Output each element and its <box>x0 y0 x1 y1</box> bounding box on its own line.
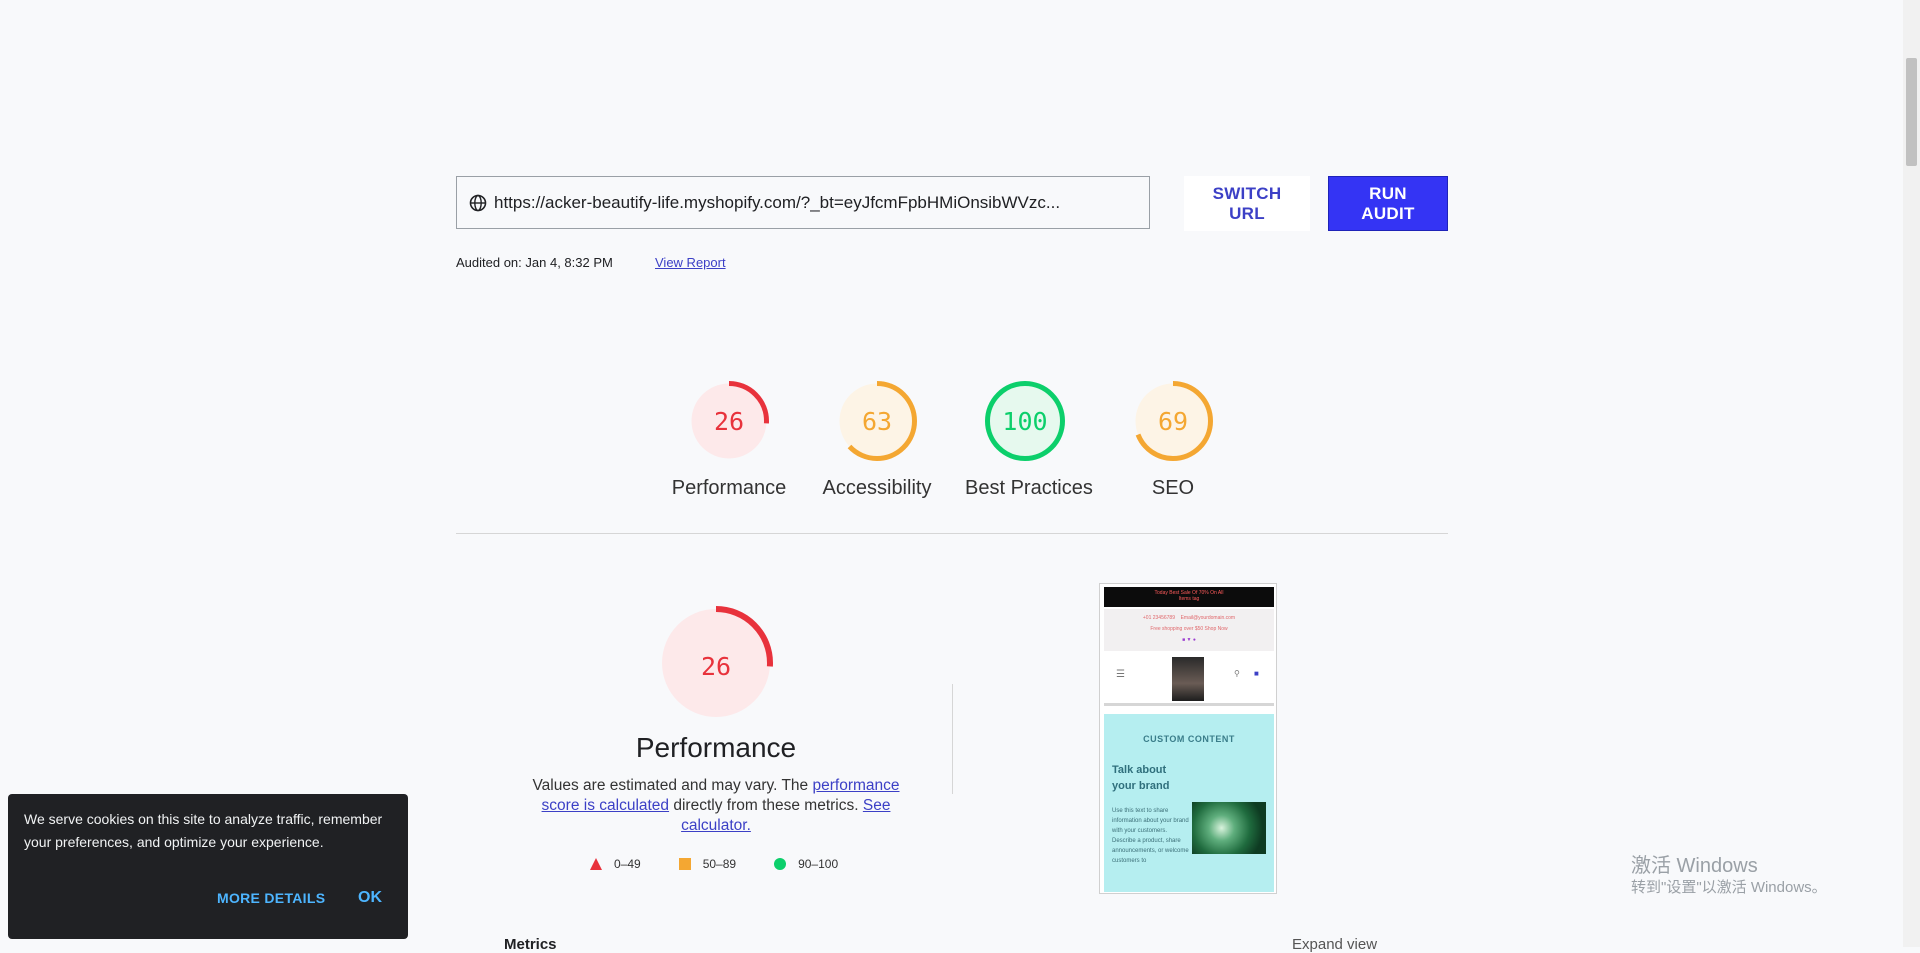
run-audit-label-2: AUDIT <box>1361 203 1415 223</box>
url-text: https://acker-beautify-life.myshopify.co… <box>494 192 1061 212</box>
legend-range-fail: 0–49 <box>614 857 641 871</box>
model-photo <box>1172 657 1204 701</box>
custom-content-section: CUSTOM CONTENT Talk about your brand Use … <box>1104 714 1274 892</box>
gauge-chart: 69 <box>1133 381 1213 461</box>
shipping-text: Free shopping over $50 Shop Now <box>1150 626 1228 632</box>
run-audit-button[interactable]: RUN AUDIT <box>1328 176 1448 231</box>
desc-text-2: directly from these metrics. <box>669 797 863 814</box>
gauge-seo[interactable]: 69 SEO <box>1113 380 1233 500</box>
gauge-score: 63 <box>862 407 892 436</box>
brand-heading-2: your brand <box>1112 780 1170 792</box>
gauge-label: Accessibility <box>822 477 932 499</box>
abstract-image <box>1192 802 1266 854</box>
gauge-accessibility[interactable]: 63 Accessibility <box>817 380 937 500</box>
gauge-label: SEO <box>1151 477 1195 499</box>
scrollbar-thumb[interactable] <box>1906 58 1917 166</box>
gauge-score: 26 <box>714 407 744 436</box>
gauge-performance[interactable]: 26 Performance <box>669 380 789 500</box>
menu-icon: ☰ <box>1116 669 1125 680</box>
legend-range-average: 50–89 <box>702 857 737 871</box>
contact-bar: +01 23456789 Email@yourdomain.com Free s… <box>1104 609 1274 651</box>
square-icon <box>678 858 691 870</box>
search-icon: ⚲ <box>1234 669 1240 678</box>
gauge-score: 69 <box>1158 407 1188 436</box>
email-address: Email@yourdomain.com <box>1180 615 1236 621</box>
gauge-label: Best Practices <box>965 477 1093 499</box>
circle-icon <box>774 858 787 870</box>
performance-title: Performance <box>635 732 797 763</box>
nav-bar: ☰ ⚲ ■ <box>1104 653 1274 706</box>
cookie-text: We serve cookies on this site to analyze… <box>24 811 383 850</box>
windows-activation-subtitle: 转到"设置"以激活 Windows。 <box>1631 879 1827 896</box>
metrics-heading: Metrics <box>504 936 557 953</box>
performance-big-gauge: 26 <box>658 605 774 726</box>
brand-heading-1: Talk about <box>1112 764 1167 776</box>
cookie-banner: We serve cookies on this site to analyze… <box>8 794 408 939</box>
performance-description: Values are estimated and may vary. The p… <box>515 776 917 836</box>
switch-url-button[interactable]: SWITCH URL <box>1184 176 1310 231</box>
phone-number: +01 23456789 <box>1142 615 1175 621</box>
triangle-icon <box>590 858 602 870</box>
expand-view-link[interactable]: Expand view <box>1292 936 1377 953</box>
page-screenshot-thumbnail: Today Best Sale Of 70% On All Items tag +… <box>1099 583 1277 894</box>
brand-paragraph: Use this text to share information about… <box>1112 808 1189 864</box>
legend-range-pass: 90–100 <box>798 857 839 871</box>
gauge-chart: 26 <box>689 381 769 461</box>
brand-heading: Talk about your brand <box>1112 762 1169 794</box>
audited-on-text: Audited on: Jan 4, 8:32 PM <box>456 255 613 270</box>
url-input[interactable]: https://acker-beautify-life.myshopify.co… <box>456 176 1150 229</box>
score-legend: 0–49 50–89 90–100 <box>590 857 838 871</box>
custom-content-title: CUSTOM CONTENT <box>1143 734 1235 744</box>
promo-bar: Today Best Sale Of 70% On All Items tag <box>1104 587 1274 607</box>
globe-icon <box>469 194 487 212</box>
vertical-divider <box>952 684 953 794</box>
ok-button[interactable]: OK <box>358 889 382 907</box>
cart-icon: ■ <box>1254 669 1259 678</box>
gauge-chart: 63 <box>837 381 917 461</box>
legend-average: 50–89 <box>678 857 737 871</box>
promo-text-2: Items tag <box>1178 596 1200 602</box>
divider <box>456 533 1448 534</box>
gauge-label: Performance <box>671 477 787 499</box>
more-details-button[interactable]: MORE DETAILS <box>217 890 325 906</box>
view-report-link[interactable]: View Report <box>655 255 726 270</box>
legend-fail: 0–49 <box>590 857 641 871</box>
desc-text-1: Values are estimated and may vary. The <box>532 777 813 794</box>
gauge-score: 100 <box>1002 407 1047 436</box>
gauge-best-practices[interactable]: 100 Best Practices <box>965 380 1093 500</box>
gauge-chart: 100 <box>985 381 1065 461</box>
run-audit-label-1: RUN <box>1369 183 1407 203</box>
social-icons: ■ ▼ ● <box>1182 637 1196 643</box>
gauge-score: 26 <box>701 652 731 681</box>
switch-url-label-1: SWITCH <box>1212 183 1282 203</box>
switch-url-label-2: URL <box>1229 203 1265 223</box>
windows-activation-title: 激活 Windows <box>1631 855 1758 877</box>
legend-pass: 90–100 <box>774 857 838 871</box>
